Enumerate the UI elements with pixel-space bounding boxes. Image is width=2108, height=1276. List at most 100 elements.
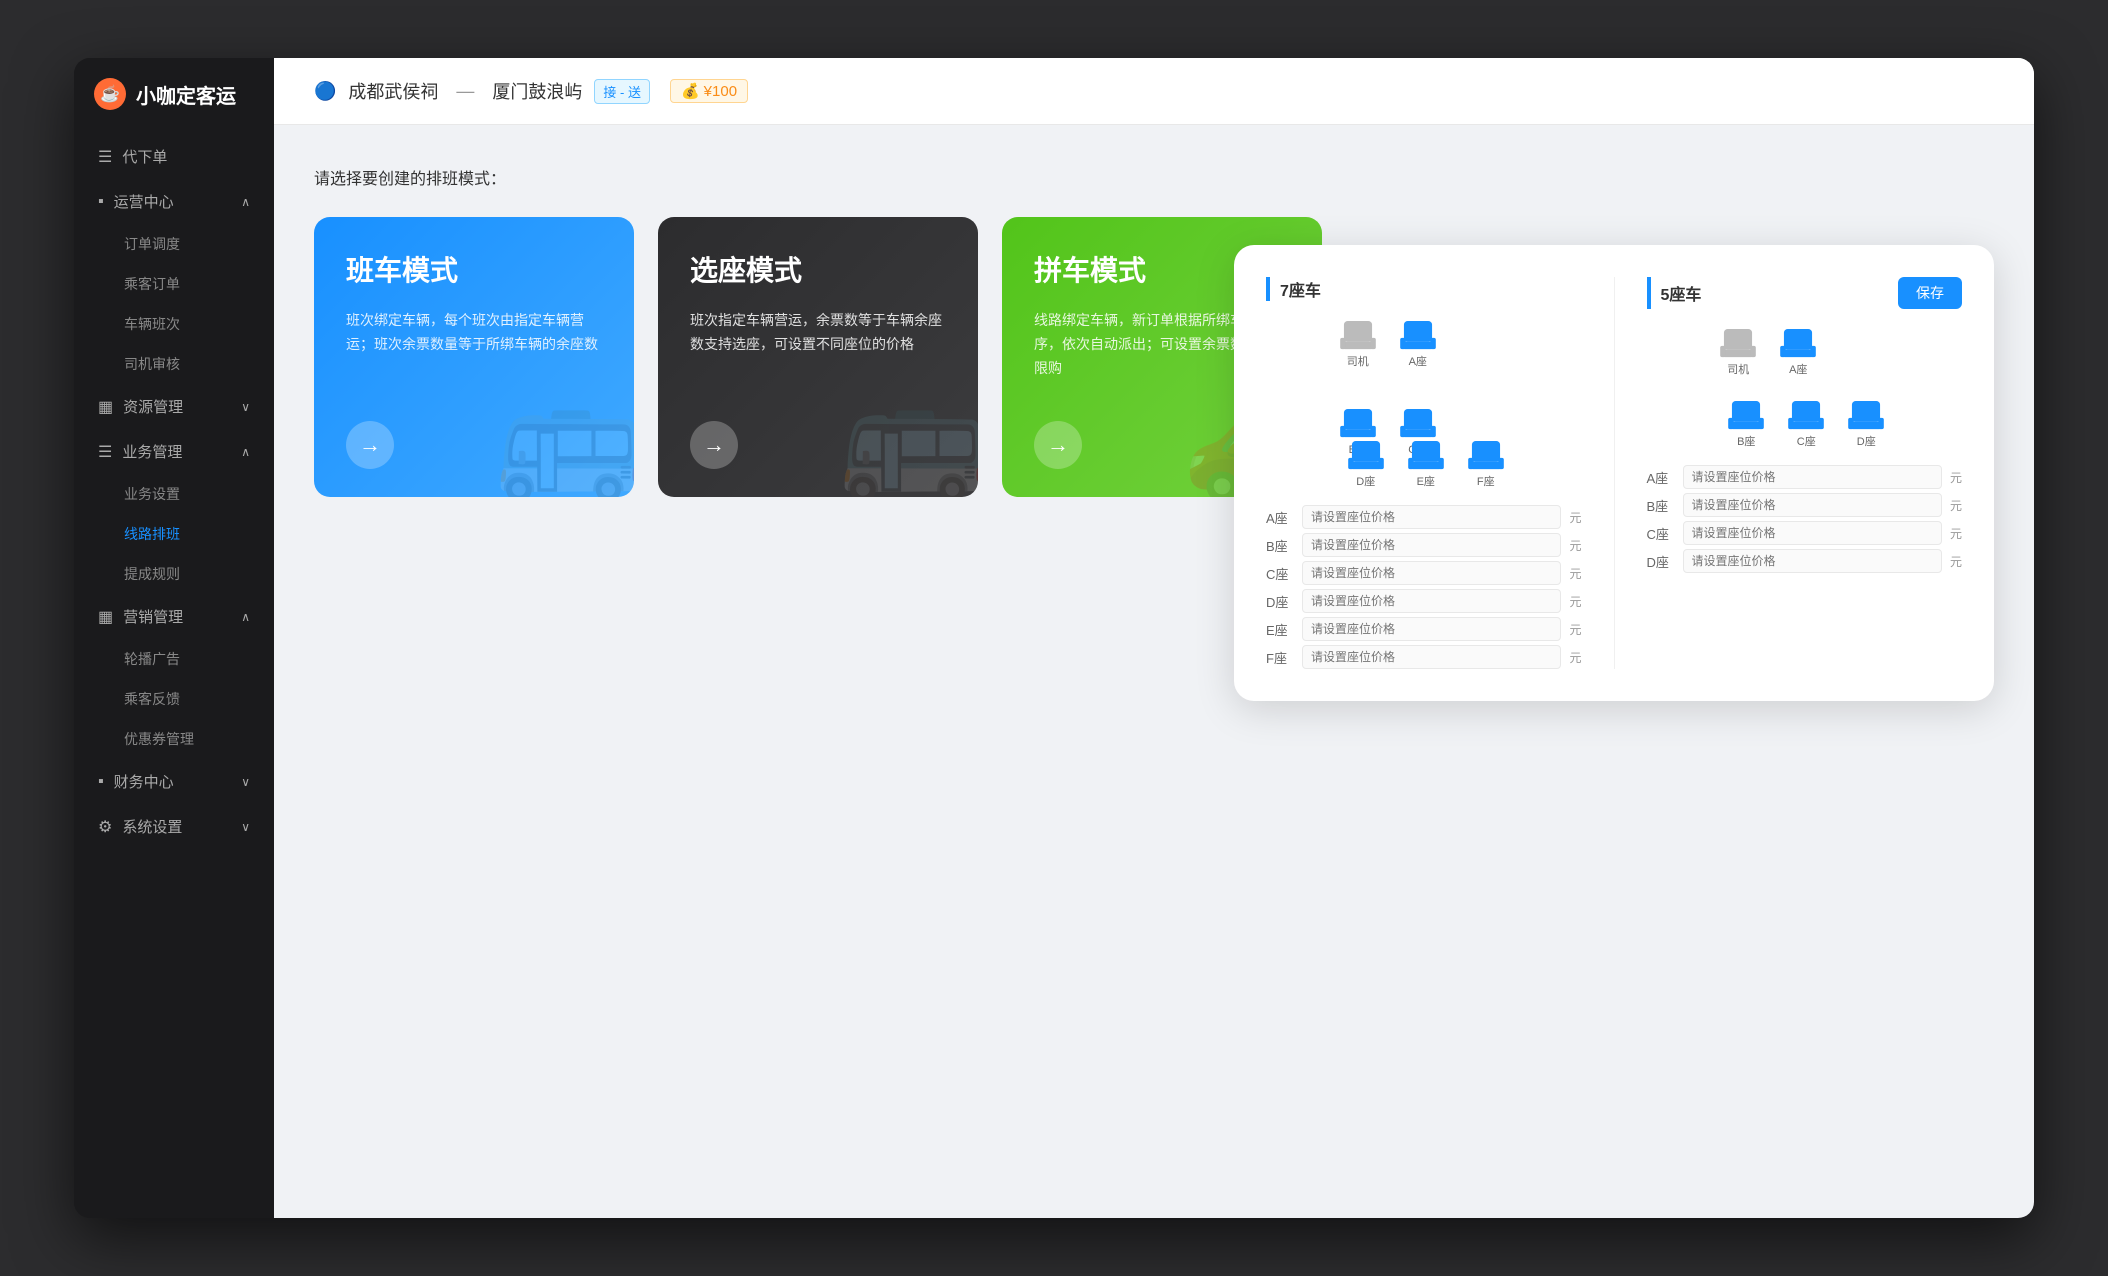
carpool-mode-arrow[interactable]: → [1034, 421, 1082, 469]
vehicle7-title: 7座车 [1266, 277, 1582, 301]
a-seat-7: A座 [1394, 321, 1442, 369]
seat-price-input-a5[interactable] [1683, 465, 1942, 489]
seat-price-input-d5[interactable] [1683, 549, 1942, 573]
seat-row-a5: A座 元 [1647, 465, 1963, 489]
bus-mode-title: 班车模式 [346, 249, 602, 289]
driver-seat-7: 司机 [1334, 321, 1382, 369]
seat-price-input-b7[interactable] [1302, 533, 1561, 557]
vehicle7-price-rows: A座 元 B座 元 C座 元 [1266, 505, 1582, 669]
main-content: 🔵 成都武侯祠 — 厦门鼓浪屿 接 - 送 💰 ¥100 请选择要创建的排班模式… [274, 58, 2034, 1218]
e-seat-7: E座 [1402, 441, 1450, 489]
chevron-up-icon2: ∧ [241, 445, 250, 459]
app-logo: ☕ 小咖定客运 [74, 78, 274, 134]
seat-price-input-f7[interactable] [1302, 645, 1561, 669]
bus-mode-desc: 班次绑定车辆，每个班次由指定车辆营运；班次余票数量等于所绑车辆的余座数 [346, 309, 602, 357]
sidebar-item-route-schedule[interactable]: 线路排班 [74, 514, 274, 554]
bus-mode-arrow[interactable]: → [346, 421, 394, 469]
sidebar-item-finance[interactable]: ▪ 财务中心 ∨ [74, 759, 274, 804]
seat-label-b7: B座 [1266, 536, 1294, 555]
c-seat-5: C座 [1782, 401, 1830, 449]
seat-row-a7: A座 元 [1266, 505, 1582, 529]
sidebar-label-marketing: 营销管理 [123, 606, 183, 627]
sidebar-item-business[interactable]: ☰ 业务管理 ∧ [74, 429, 274, 474]
d-seat-5: D座 [1842, 401, 1890, 449]
seat-mode-card[interactable]: 选座模式 班次指定车辆营运，余票数等于车辆余座数支持选座，可设置不同座位的价格 … [658, 217, 978, 497]
sidebar-label-order: 代下单 [122, 146, 167, 167]
sidebar-item-schedule[interactable]: 订单调度 [74, 224, 274, 264]
driver-seat-5: 司机 [1714, 329, 1762, 377]
price-value: ¥100 [704, 83, 737, 100]
price-badge: 💰 ¥100 [670, 79, 748, 103]
sidebar-label-operations: 运营中心 [114, 191, 174, 212]
pickup-tag[interactable]: 接 - 送 [594, 79, 650, 104]
sidebar-item-bulk-order[interactable]: 乘客订单 [74, 264, 274, 304]
seat-price-input-e7[interactable] [1302, 617, 1561, 641]
page-header: 🔵 成都武侯祠 — 厦门鼓浪屿 接 - 送 💰 ¥100 [274, 58, 2034, 125]
sidebar-item-system[interactable]: ⚙ 系统设置 ∨ [74, 804, 274, 849]
seat-row-b5: B座 元 [1647, 493, 1963, 517]
chevron-up-icon: ∧ [241, 195, 250, 209]
b-seat-5: B座 [1722, 401, 1770, 449]
sidebar-item-resources[interactable]: ▦ 资源管理 ∨ [74, 384, 274, 429]
sidebar: ☕ 小咖定客运 ☰ 代下单 ▪ 运营中心 ∧ 订单调度 乘客订单 车辆班次 司机… [74, 58, 274, 1218]
seat-price-input-a7[interactable] [1302, 505, 1561, 529]
seat-row-f7: F座 元 [1266, 645, 1582, 669]
system-icon: ⚙ [98, 817, 112, 837]
resources-icon: ▦ [98, 397, 113, 417]
sidebar-item-ads[interactable]: 轮播广告 [74, 639, 274, 679]
sidebar-label-business: 业务管理 [122, 441, 182, 462]
vehicle7-section: 7座车 [1266, 277, 1582, 669]
seat-label-d5: D座 [1647, 552, 1675, 571]
sidebar-item-coupons[interactable]: 优惠券管理 [74, 719, 274, 759]
seat-price-input-c5[interactable] [1683, 521, 1942, 545]
sidebar-item-biz-settings[interactable]: 业务设置 [74, 474, 274, 514]
seat-mode-desc: 班次指定车辆营运，余票数等于车辆余座数支持选座，可设置不同座位的价格 [690, 309, 946, 357]
sidebar-item-order[interactable]: ☰ 代下单 [74, 134, 274, 179]
seat-row-d5: D座 元 [1647, 549, 1963, 573]
seat-price-input-d7[interactable] [1302, 589, 1561, 613]
sidebar-item-vehicle-shift[interactable]: 车辆班次 [74, 304, 274, 344]
vehicle5-title: 5座车 保存 [1647, 277, 1963, 309]
seat-row-c7: C座 元 [1266, 561, 1582, 585]
seat-config-panel: 7座车 [1234, 245, 1994, 701]
operations-icon: ▪ [98, 193, 104, 211]
chevron-down-icon: ∨ [241, 400, 250, 414]
sidebar-item-feedback[interactable]: 乘客反馈 [74, 679, 274, 719]
seat-label-a7: A座 [1266, 508, 1294, 527]
d-seat-7: D座 [1342, 441, 1390, 489]
seat-mode-arrow[interactable]: → [690, 421, 738, 469]
sidebar-item-commission[interactable]: 提成规则 [74, 554, 274, 594]
chevron-down-icon2: ∨ [241, 775, 250, 789]
seat-price-input-b5[interactable] [1683, 493, 1942, 517]
seat-label-c5: C座 [1647, 524, 1675, 543]
bus-bg-icon: 🚌 [495, 367, 634, 497]
business-icon: ☰ [98, 442, 112, 462]
chevron-down-icon3: ∨ [241, 820, 250, 834]
sidebar-item-operations[interactable]: ▪ 运营中心 ∧ [74, 179, 274, 224]
seat-label-b5: B座 [1647, 496, 1675, 515]
sidebar-item-driver-review[interactable]: 司机审核 [74, 344, 274, 384]
section-prompt: 请选择要创建的排班模式： [314, 165, 1994, 189]
seat-row-d7: D座 元 [1266, 589, 1582, 613]
a-seat-5: A座 [1774, 329, 1822, 377]
seat-row-e7: E座 元 [1266, 617, 1582, 641]
order-icon: ☰ [98, 147, 112, 167]
route-dash: — [456, 81, 474, 102]
seat-label-a5: A座 [1647, 468, 1675, 487]
save-button[interactable]: 保存 [1898, 277, 1962, 309]
seat-row-b7: B座 元 [1266, 533, 1582, 557]
seat-label-f7: F座 [1266, 648, 1294, 667]
f-seat-7: F座 [1462, 441, 1510, 489]
route-icon: 🔵 [314, 81, 336, 102]
main-body: 请选择要创建的排班模式： 班车模式 班次绑定车辆，每个班次由指定车辆营运；班次余… [274, 125, 2034, 1218]
vehicle5-section: 5座车 保存 [1647, 277, 1963, 669]
route-to: 厦门鼓浪屿 [492, 78, 582, 104]
bus-mode-card[interactable]: 班车模式 班次绑定车辆，每个班次由指定车辆营运；班次余票数量等于所绑车辆的余座数… [314, 217, 634, 497]
chevron-up-icon3: ∧ [241, 610, 250, 624]
seat-label-e7: E座 [1266, 620, 1294, 639]
marketing-icon: ▦ [98, 607, 113, 627]
seat-price-input-c7[interactable] [1302, 561, 1561, 585]
seat-row-c5: C座 元 [1647, 521, 1963, 545]
seat-label-c7: C座 [1266, 564, 1294, 583]
sidebar-item-marketing[interactable]: ▦ 营销管理 ∧ [74, 594, 274, 639]
